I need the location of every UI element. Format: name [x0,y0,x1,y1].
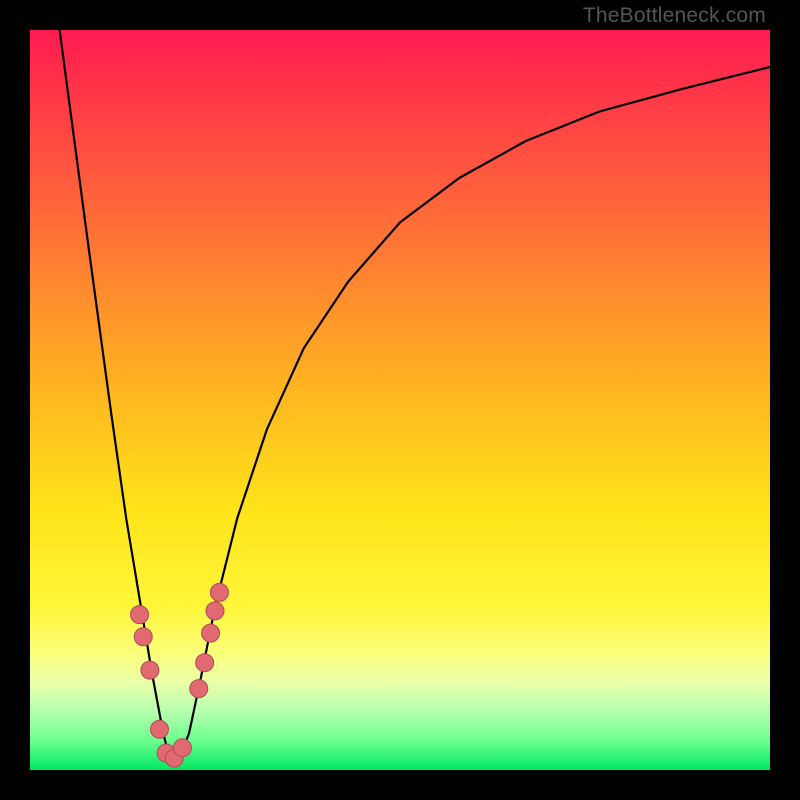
data-marker [131,606,149,624]
watermark-text: TheBottleneck.com [583,4,766,28]
data-marker [196,654,214,672]
plot-area [30,30,770,770]
data-marker [141,661,159,679]
bottleneck-curve [60,30,770,763]
data-marker [134,628,152,646]
chart-frame: TheBottleneck.com [0,0,800,800]
data-marker [202,624,220,642]
data-marker [173,739,191,757]
data-marker [151,720,169,738]
data-marker [190,680,208,698]
data-marker [210,583,228,601]
curve-svg [30,30,770,770]
data-marker [206,602,224,620]
